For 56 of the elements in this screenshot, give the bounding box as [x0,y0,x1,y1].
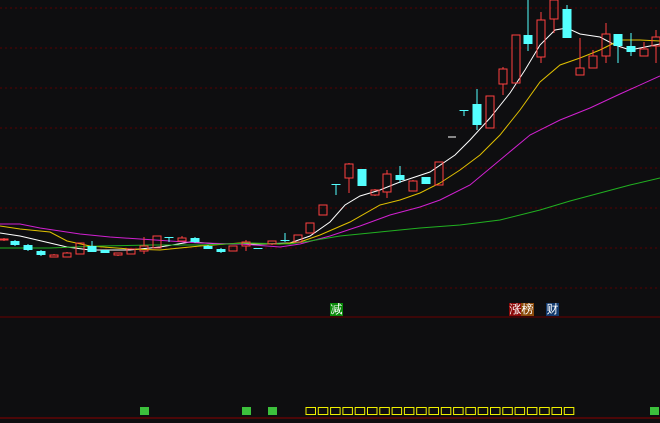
candlestick [358,168,366,186]
candlestick [88,240,96,252]
event-badge: 减 [330,303,343,316]
candlestick [370,188,380,196]
candlestick [396,166,404,184]
candlestick [588,50,598,68]
candlestick [536,12,546,64]
candlestick [486,96,494,128]
candlestick [76,242,84,254]
candlestick [524,0,532,52]
candlestick [254,248,262,250]
candlestick [242,240,250,252]
candlestick [152,236,162,248]
candlestick [164,236,174,242]
candlestick [602,22,610,64]
candlestick [114,252,122,256]
candlestick [652,30,660,64]
candlestick [216,248,226,254]
event-badge: 财 [546,303,559,316]
candlestick [512,34,520,84]
event-badge: 榜 [521,303,534,316]
candlestick [10,240,20,246]
candlestick [472,88,482,130]
candlestick [460,110,468,116]
candlestick [576,38,584,76]
candlestick [228,246,238,252]
candlestick [36,250,46,256]
candlestick [382,170,392,198]
candlestick [448,136,456,138]
candlestick [178,236,186,242]
candlestick [626,32,636,56]
candlestick [344,162,354,194]
candlestick [204,244,212,250]
candlestick [24,244,32,252]
candlestick [408,180,418,192]
candlestick [640,42,648,56]
event-badge: 涨 [509,303,522,316]
candlestick [306,222,314,234]
candlestick [62,252,72,258]
candlestick [268,240,276,246]
candlestick [318,204,328,216]
candlestick [190,236,200,244]
candlestick [50,254,58,258]
candlestick [562,4,572,38]
candlestick [498,66,508,96]
candlestick [550,0,558,34]
candlestick [126,248,136,254]
candlestick [294,234,302,242]
candlestick [422,176,430,184]
candlestick [434,162,444,186]
candlestick [614,34,622,64]
candlestick [100,250,110,254]
candlestick [0,238,8,242]
candlestick [140,236,148,254]
candlestick [280,232,290,242]
candlestick [332,184,340,196]
